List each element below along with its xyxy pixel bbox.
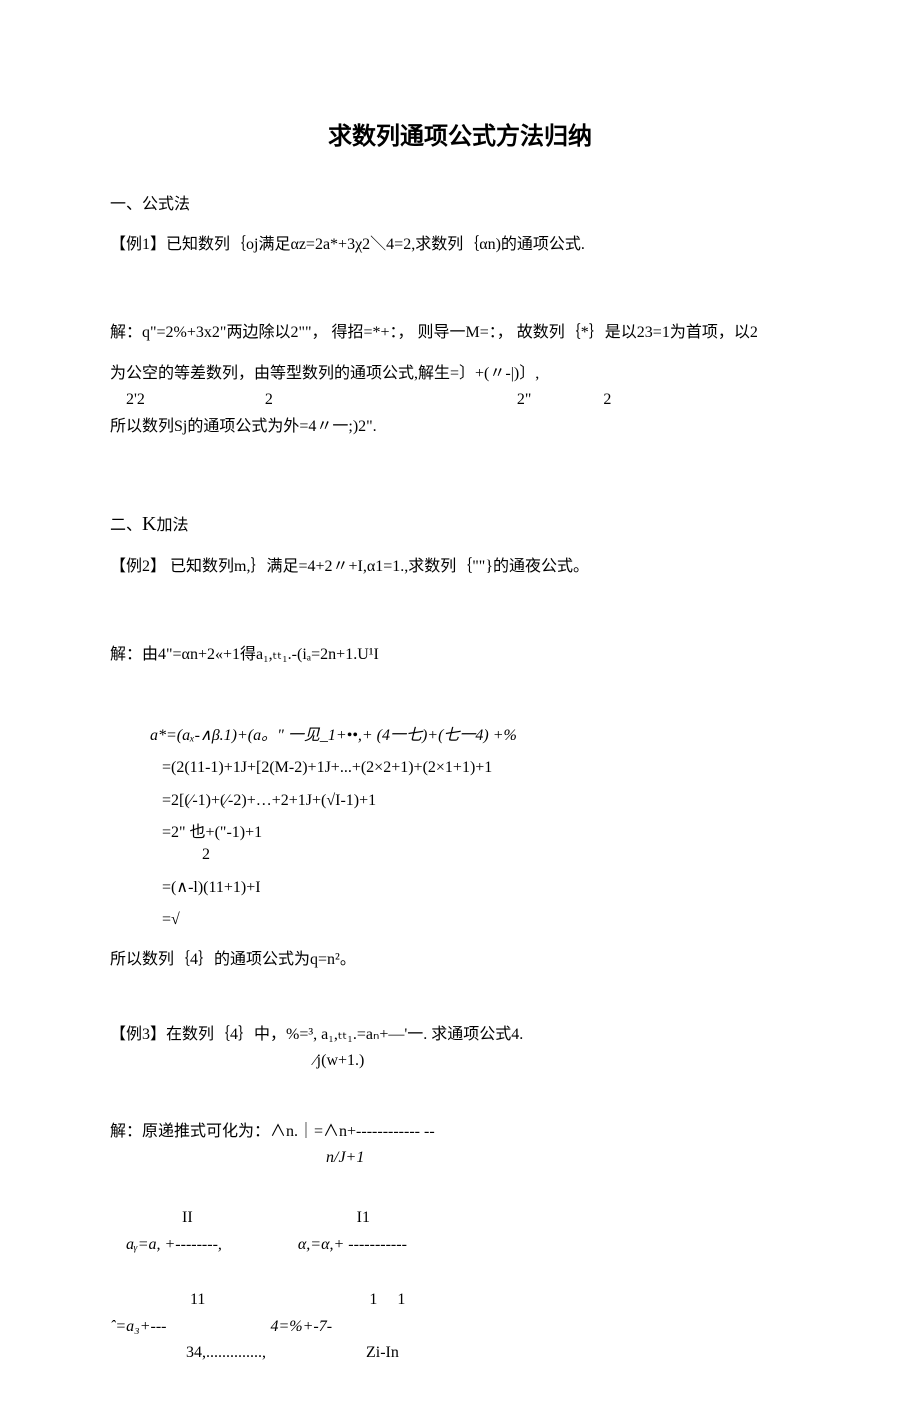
text-line: ∕j(w+1.) xyxy=(110,1050,810,1072)
derivation-line: =2[(∕-1)+(∕-2)+…+2+1J+(√I-1)+1 xyxy=(150,790,810,812)
derivation-line: =(∧-l)(11+1)+I xyxy=(150,877,810,899)
heading-suffix: 加法 xyxy=(156,517,188,534)
section-1-heading: 一、公式法 xyxy=(110,194,810,216)
text-line: 2 xyxy=(150,844,810,866)
heading-prefix: 二、 xyxy=(110,517,142,534)
text-line: 解：原递推式可化为：∧n.｜=∧n+------------ -- xyxy=(110,1121,810,1143)
derivation-line-frac: =2" 也+("-1)+1 2 xyxy=(150,822,810,867)
example-2-statement: 【例2】 已知数列m,｝满足=4+2〃+I,α1=1.,求数列｛""}的通夜公式… xyxy=(110,556,810,578)
text-line: =2" 也+("-1)+1 xyxy=(150,822,810,844)
example-3-eq-row-2: 11 1 1 ˆ=a₃+--- 4=%+-7- 34,.............… xyxy=(110,1289,810,1364)
text-line: 为公空的等差数列，由等型数列的通项公式,解生=〕+(〃-|)〕, xyxy=(110,363,810,385)
example-3-eq-row-1: II I1 aᵧ=a, +--------, α,=α,+ ----------… xyxy=(110,1207,810,1256)
example-2-solution-intro: 解：由4"=αn+2«+1得a₁,ₜₜ₁.-(iₐ=2n+1.U¹I xyxy=(110,644,810,666)
page-title: 求数列通项公式方法归纳 xyxy=(110,120,810,154)
example-2-conclusion: 所以数列｛4｝的通项公式为q=n²。 xyxy=(110,949,810,971)
text-line: 34,.............., Zi-In xyxy=(110,1342,810,1364)
example-1-solution-line1: 解：q"=2%+3x2"两边除以2""， 得招=*+：， 则导一M=：， 故数列… xyxy=(110,322,810,344)
text-line: 2'2 2 2" 2 xyxy=(110,389,810,411)
example-1-statement: 【例1】已知数列｛oj满足αz=2a*+3χ2＼4=2,求数列｛αn)的通项公式… xyxy=(110,234,810,256)
derivation-line: =(2(11-1)+1J+[2(M-2)+1J+...+(2×2+1)+(2×1… xyxy=(150,757,810,779)
example-3-solution-line1: 解：原递推式可化为：∧n.｜=∧n+------------ -- n/J+1 xyxy=(110,1121,810,1170)
text-line: n/J+1 xyxy=(110,1147,810,1169)
text-line: ˆ=a₃+--- 4=%+-7- xyxy=(110,1316,810,1338)
derivation-block: a*=(aₓ-∧β.1)+(a。" 一见_1+••,+ (4一七)+(七一4) … xyxy=(150,725,810,932)
example-3-statement: 【例3】在数列｛4｝中，%=³, a₁,ₜₜ₁.=aₙ+—'一. 求通项公式4.… xyxy=(110,1024,810,1073)
document-page: 求数列通项公式方法归纳 一、公式法 【例1】已知数列｛oj满足αz=2a*+3χ… xyxy=(0,0,920,1428)
text-line: aᵧ=a, +--------, α,=α,+ ----------- xyxy=(110,1234,810,1256)
section-2-heading: 二、K加法 xyxy=(110,510,810,538)
heading-letter-k: K xyxy=(142,513,156,535)
example-1-solution-line3: 所以数列Sj的通项公式为外=4〃一;)2". xyxy=(110,416,810,438)
text-line: II I1 xyxy=(110,1207,810,1229)
derivation-line: =√ xyxy=(150,909,810,931)
example-1-solution-line2: 为公空的等差数列，由等型数列的通项公式,解生=〕+(〃-|)〕, 2'2 2 2… xyxy=(110,363,810,412)
derivation-line: a*=(aₓ-∧β.1)+(a。" 一见_1+••,+ (4一七)+(七一4) … xyxy=(150,725,810,747)
text-line: 11 1 1 xyxy=(110,1289,810,1311)
text-line: 【例3】在数列｛4｝中，%=³, a₁,ₜₜ₁.=aₙ+—'一. 求通项公式4. xyxy=(110,1024,810,1046)
